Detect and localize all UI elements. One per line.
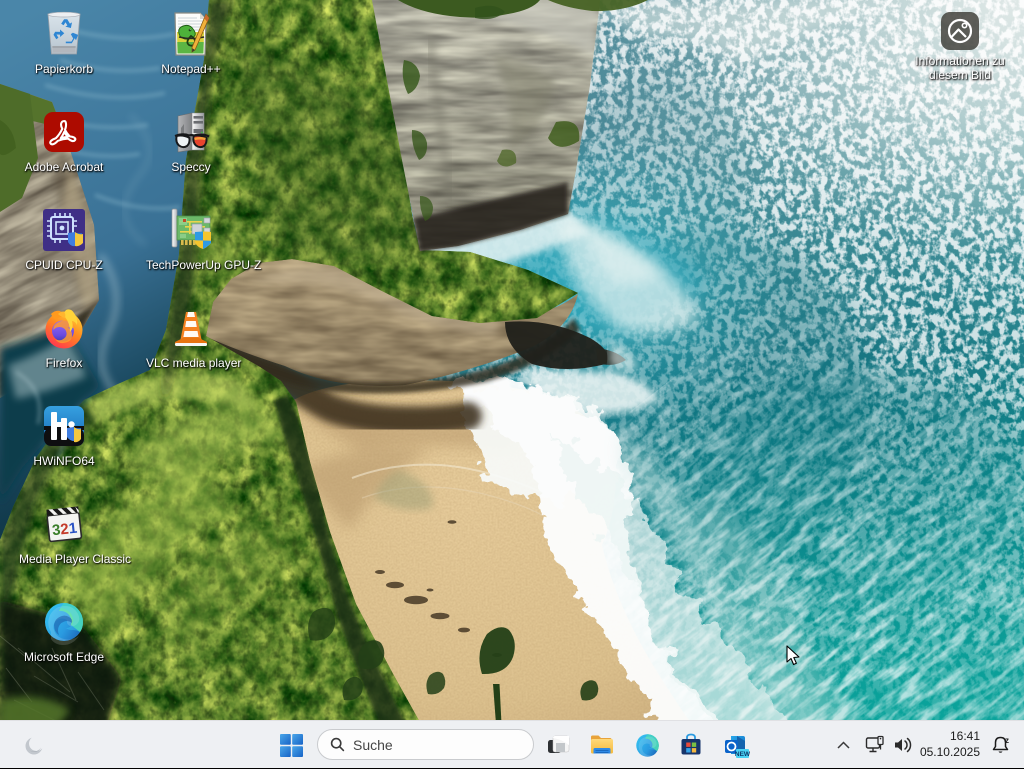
svg-text:z: z bbox=[1005, 736, 1009, 745]
svg-text:NEW: NEW bbox=[734, 751, 749, 758]
svg-text:321: 321 bbox=[51, 520, 78, 540]
